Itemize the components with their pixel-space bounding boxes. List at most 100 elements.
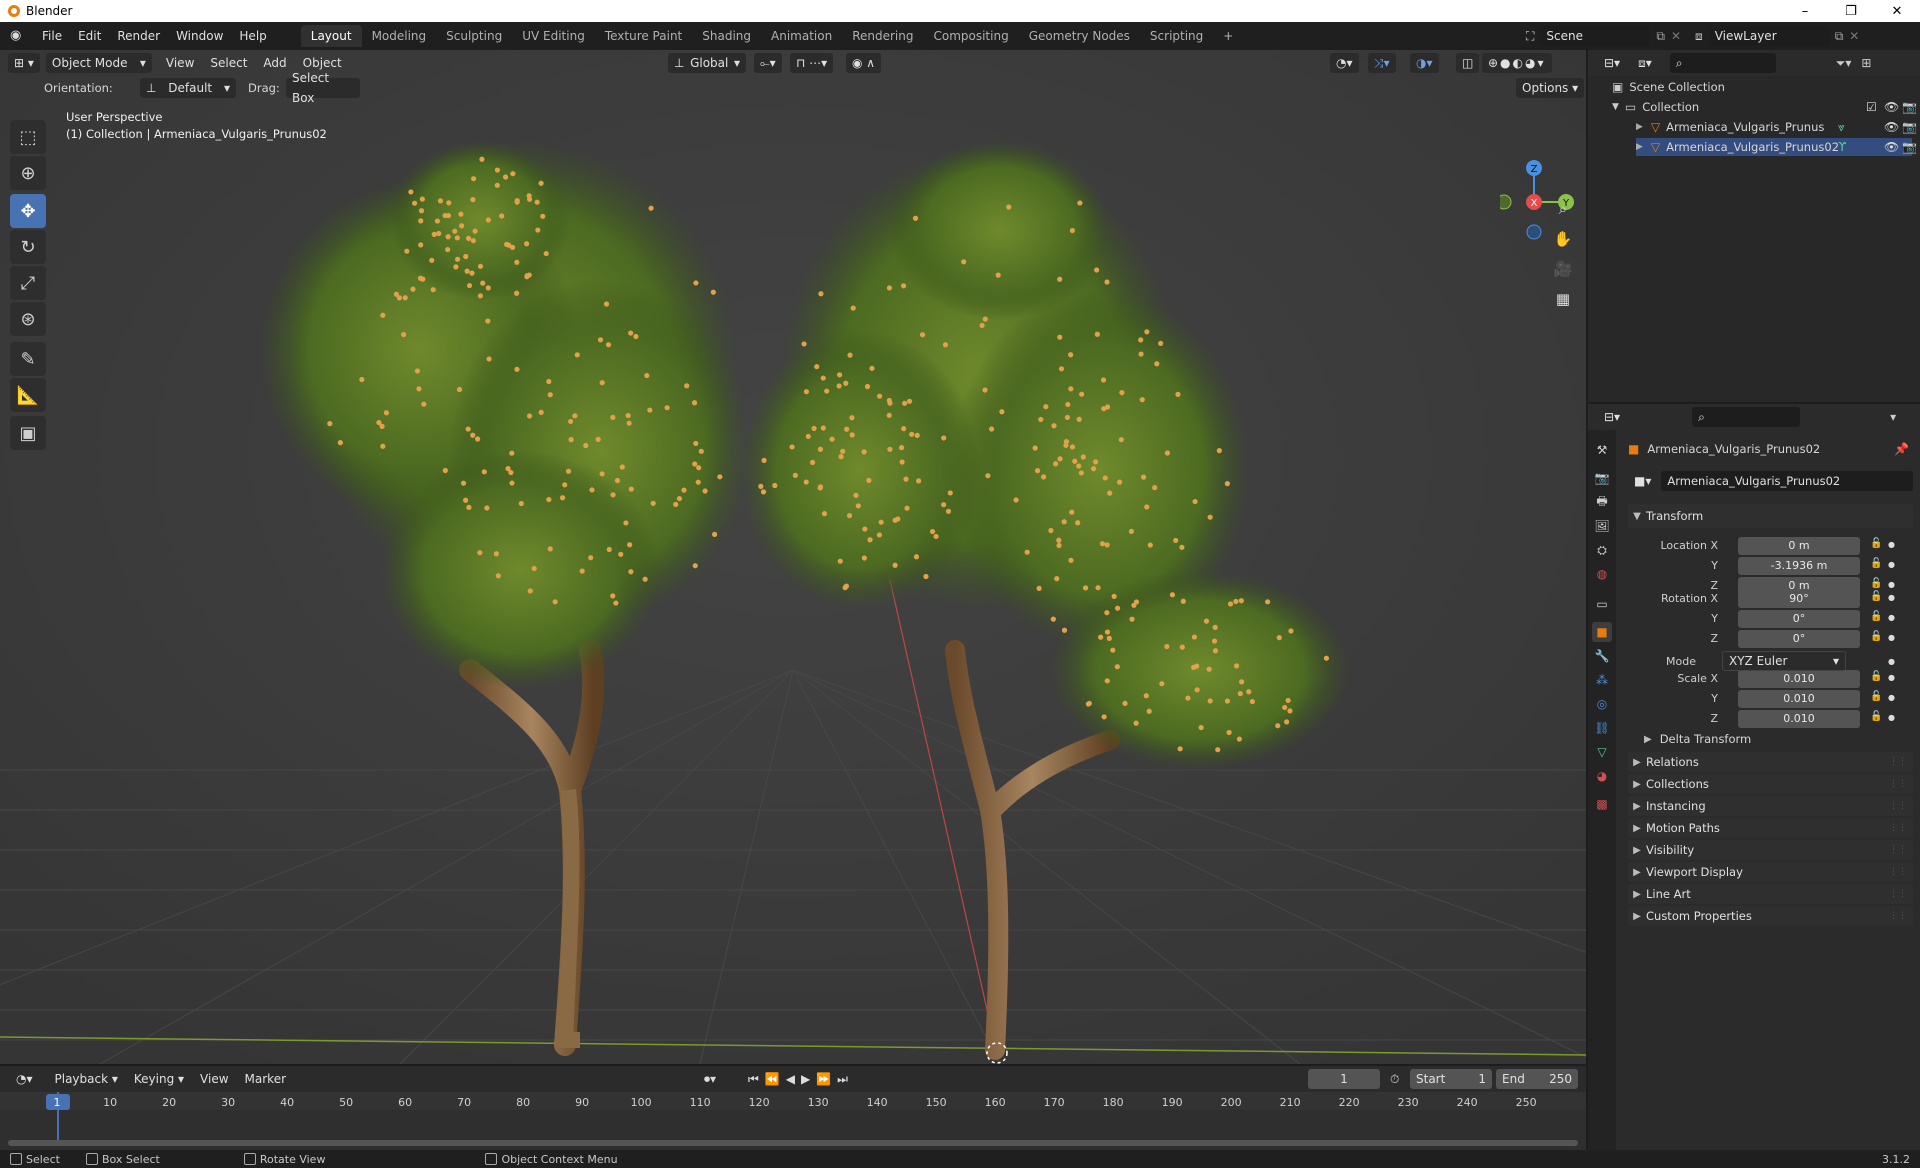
view-layer-tab-icon[interactable]: 🖼 bbox=[1592, 516, 1612, 536]
perspective-grid-icon[interactable]: ▦ bbox=[1550, 286, 1576, 312]
view-layer-icon[interactable]: ⧈ bbox=[1695, 29, 1703, 44]
keyframe-dot-icon[interactable]: ● bbox=[1888, 580, 1895, 589]
keyframe-dot-icon[interactable]: ● bbox=[1888, 633, 1895, 642]
drag-grip-icon[interactable]: ⋮⋮ bbox=[1889, 757, 1907, 767]
menu-edit[interactable]: Edit bbox=[70, 26, 109, 46]
panel-collections[interactable]: ▶ Collections ⋮⋮ bbox=[1628, 774, 1913, 794]
tool-tab-icon[interactable]: ⚒ bbox=[1592, 440, 1612, 460]
tab-rendering[interactable]: Rendering bbox=[842, 25, 923, 47]
render-camera-icon[interactable]: 📷 bbox=[1902, 100, 1917, 114]
tab-compositing[interactable]: Compositing bbox=[923, 25, 1018, 47]
add-cube-tool[interactable]: ▣ bbox=[10, 416, 46, 450]
viewport-menu-view[interactable]: View bbox=[158, 53, 202, 73]
camera-view-icon[interactable]: 🎥 bbox=[1550, 256, 1576, 282]
current-frame-field[interactable]: 1 bbox=[1308, 1069, 1380, 1089]
drag-grip-icon[interactable]: ⋮⋮ bbox=[1889, 867, 1907, 877]
keyframe-dot-icon[interactable]: ● bbox=[1888, 673, 1895, 682]
location-x-field[interactable]: 0 m bbox=[1738, 537, 1860, 555]
keyframe-dot-icon[interactable]: ● bbox=[1888, 540, 1895, 549]
scene-selector[interactable]: Scene bbox=[1540, 26, 1651, 46]
maximize-button[interactable]: ❐ bbox=[1828, 0, 1874, 22]
drag-grip-icon[interactable]: ⋮⋮ bbox=[1889, 801, 1907, 811]
render-tab-icon[interactable]: 📷 bbox=[1592, 468, 1612, 488]
panel-visibility[interactable]: ▶ Visibility ⋮⋮ bbox=[1628, 840, 1913, 860]
new-scene-icon[interactable]: ⧉ bbox=[1656, 29, 1665, 44]
minimize-button[interactable]: – bbox=[1782, 0, 1828, 22]
visibility-eye-icon[interactable]: 👁 bbox=[1884, 100, 1899, 114]
editor-type-button[interactable]: ⊞ ▾ bbox=[8, 53, 40, 73]
overlay-toggle-button[interactable]: ◑▾ bbox=[1410, 53, 1439, 73]
object-name-field[interactable]: Armeniaca_Vulgaris_Prunus02 bbox=[1661, 471, 1913, 491]
mode-selector[interactable]: Object Mode ▾ bbox=[45, 53, 152, 73]
panel-instancing[interactable]: ▶ Instancing ⋮⋮ bbox=[1628, 796, 1913, 816]
data-tab-icon[interactable]: ▽ bbox=[1592, 742, 1612, 762]
properties-search-input[interactable]: ⌕ bbox=[1692, 407, 1801, 427]
visibility-eye-icon[interactable]: 👁 bbox=[1884, 120, 1899, 134]
proportional-edit-button[interactable]: ◉ ∧ bbox=[846, 53, 882, 73]
select-box-tool[interactable]: ⬚ bbox=[10, 120, 46, 154]
timeline-menu-view[interactable]: View bbox=[192, 1069, 236, 1089]
scene-tab-icon[interactable]: ⛭ bbox=[1592, 540, 1612, 560]
cursor-tool[interactable]: ⊕ bbox=[10, 156, 46, 190]
lock-icon[interactable]: 🔓 bbox=[1870, 631, 1882, 642]
modifier-tab-icon[interactable]: 🔧 bbox=[1592, 646, 1612, 666]
tab-uv-editing[interactable]: UV Editing bbox=[512, 25, 595, 47]
filter-icon[interactable]: ⏷▾ bbox=[1836, 56, 1852, 71]
measure-tool[interactable]: 📐 bbox=[10, 378, 46, 412]
datablock-browse-button[interactable]: ■▾ bbox=[1628, 471, 1658, 491]
transform-orientation-selector[interactable]: ⊥ Global ▾ bbox=[668, 53, 746, 73]
drag-grip-icon[interactable]: ⋮⋮ bbox=[1889, 823, 1907, 833]
lock-icon[interactable]: 🔓 bbox=[1870, 671, 1882, 682]
expand-arrow-icon[interactable]: ▶ bbox=[1636, 142, 1643, 152]
render-camera-icon[interactable]: 📷 bbox=[1902, 140, 1917, 154]
keyframe-dot-icon[interactable]: ● bbox=[1888, 693, 1895, 702]
material-tab-icon[interactable]: ◕ bbox=[1592, 766, 1612, 786]
shading-mode-buttons[interactable]: ⊕●◐◕▾ bbox=[1482, 53, 1552, 73]
playback-controls[interactable]: ⏮⏪◀▶⏩⏭ bbox=[748, 1072, 854, 1087]
lock-icon[interactable]: 🔓 bbox=[1870, 591, 1882, 602]
timeline-scrollbar[interactable] bbox=[8, 1140, 1578, 1146]
texture-tab-icon[interactable]: ▩ bbox=[1592, 794, 1612, 814]
start-frame-field[interactable]: Start 1 bbox=[1410, 1069, 1492, 1089]
mesh-data-icon[interactable]: ⩔ bbox=[1838, 120, 1845, 135]
rotation-mode-dropdown[interactable]: XYZ Euler ▾ bbox=[1722, 651, 1846, 671]
pan-hand-icon[interactable]: ✋ bbox=[1550, 226, 1576, 252]
scale-z-field[interactable]: 0.010 bbox=[1738, 710, 1860, 728]
panel-line-art[interactable]: ▶ Line Art ⋮⋮ bbox=[1628, 884, 1913, 904]
location-y-field[interactable]: -3.1936 m bbox=[1738, 557, 1860, 575]
3d-viewport[interactable]: ⊞ ▾ Object Mode ▾ View Select Add Object … bbox=[0, 50, 1586, 1064]
tab-scripting[interactable]: Scripting bbox=[1140, 25, 1213, 47]
drag-grip-icon[interactable]: ⋮⋮ bbox=[1889, 889, 1907, 899]
tab-sculpting[interactable]: Sculpting bbox=[436, 25, 512, 47]
properties-editor-type-button[interactable]: ⊟▾ bbox=[1598, 407, 1627, 427]
menu-help[interactable]: Help bbox=[231, 26, 274, 46]
scale-tool[interactable]: ⤢ bbox=[10, 266, 46, 300]
scale-x-field[interactable]: 0.010 bbox=[1738, 670, 1860, 688]
physics-tab-icon[interactable]: ◎ bbox=[1592, 694, 1612, 714]
move-tool[interactable]: ✥ bbox=[10, 194, 46, 228]
add-workspace-button[interactable]: + bbox=[1213, 25, 1243, 47]
keyframe-dot-icon[interactable]: ● bbox=[1888, 713, 1895, 722]
transform-panel-header[interactable]: ▼ Transform bbox=[1628, 504, 1913, 528]
new-collection-icon[interactable]: ⊞ bbox=[1861, 56, 1871, 70]
outliner-collection[interactable]: ▼ ▭ Collection ☑ 👁 📷 bbox=[1612, 98, 1917, 116]
mesh-data-icon[interactable]: ϒ bbox=[1838, 140, 1846, 154]
snap-button[interactable]: ⊓ ⋯▾ bbox=[790, 53, 834, 73]
preview-range-icon[interactable]: ⏱ bbox=[1390, 1072, 1399, 1087]
drag-dropdown[interactable]: Select Box bbox=[286, 71, 360, 105]
new-view-layer-icon[interactable]: ⧉ bbox=[1835, 29, 1844, 44]
tab-modeling[interactable]: Modeling bbox=[362, 25, 437, 47]
delete-view-layer-icon[interactable]: ✕ bbox=[1849, 29, 1859, 43]
world-tab-icon[interactable]: ◍ bbox=[1592, 564, 1612, 584]
lock-icon[interactable]: 🔓 bbox=[1870, 538, 1882, 549]
timeline-editor-type-button[interactable]: ◔▾ bbox=[10, 1069, 39, 1089]
lock-icon[interactable]: 🔓 bbox=[1870, 711, 1882, 722]
drag-grip-icon[interactable]: ⋮⋮ bbox=[1889, 779, 1907, 789]
lock-icon[interactable]: 🔓 bbox=[1870, 611, 1882, 622]
constraints-tab-icon[interactable]: ⛓ bbox=[1592, 718, 1612, 738]
chevron-down-icon[interactable]: ▾ bbox=[1890, 410, 1896, 424]
panel-relations[interactable]: ▶ Relations ⋮⋮ bbox=[1628, 752, 1913, 772]
menu-render[interactable]: Render bbox=[109, 26, 168, 46]
rotation-x-field[interactable]: 90° bbox=[1738, 590, 1860, 608]
render-camera-icon[interactable]: 📷 bbox=[1902, 120, 1917, 134]
